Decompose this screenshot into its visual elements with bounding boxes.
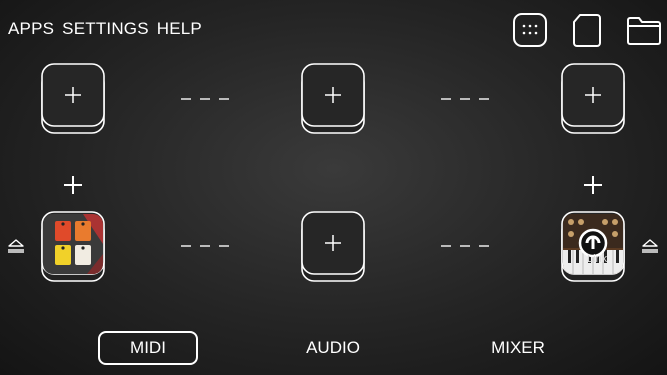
connector-dashes xyxy=(441,245,489,247)
slot-row2-left-drum-pads-app[interactable] xyxy=(41,211,105,283)
link-badge: Link xyxy=(587,253,608,265)
eject-icon[interactable] xyxy=(641,239,659,253)
document-icon[interactable] xyxy=(569,12,605,48)
settings-menu[interactable]: SETTINGS xyxy=(62,19,149,39)
slot-row1-center[interactable] xyxy=(301,63,365,135)
add-icon xyxy=(325,235,341,251)
slot-row1-left[interactable] xyxy=(41,63,105,135)
add-icon xyxy=(325,87,341,103)
synth-keyboard-app-icon xyxy=(563,214,623,274)
slot-row2-right-synth-app[interactable]: Link xyxy=(561,211,625,283)
connector-dashes xyxy=(181,98,229,100)
tab-mixer[interactable]: MIXER xyxy=(468,331,568,365)
slot-row2-center[interactable] xyxy=(301,211,365,283)
apps-menu[interactable]: APPS xyxy=(8,19,54,39)
add-chain-icon[interactable] xyxy=(64,176,82,194)
add-chain-icon[interactable] xyxy=(584,176,602,194)
drum-pads-app-icon xyxy=(43,214,103,274)
connector-dashes xyxy=(181,245,229,247)
keypad-icon[interactable] xyxy=(512,12,548,48)
add-icon xyxy=(585,87,601,103)
slot-row1-right[interactable] xyxy=(561,63,625,135)
tab-midi[interactable]: MIDI xyxy=(98,331,198,365)
top-menu: APPS SETTINGS HELP xyxy=(8,19,202,39)
help-menu[interactable]: HELP xyxy=(157,19,202,39)
connector-dashes xyxy=(441,98,489,100)
add-icon xyxy=(65,87,81,103)
folder-icon[interactable] xyxy=(626,12,662,48)
tab-audio[interactable]: AUDIO xyxy=(283,331,383,365)
eject-icon[interactable] xyxy=(7,239,25,253)
